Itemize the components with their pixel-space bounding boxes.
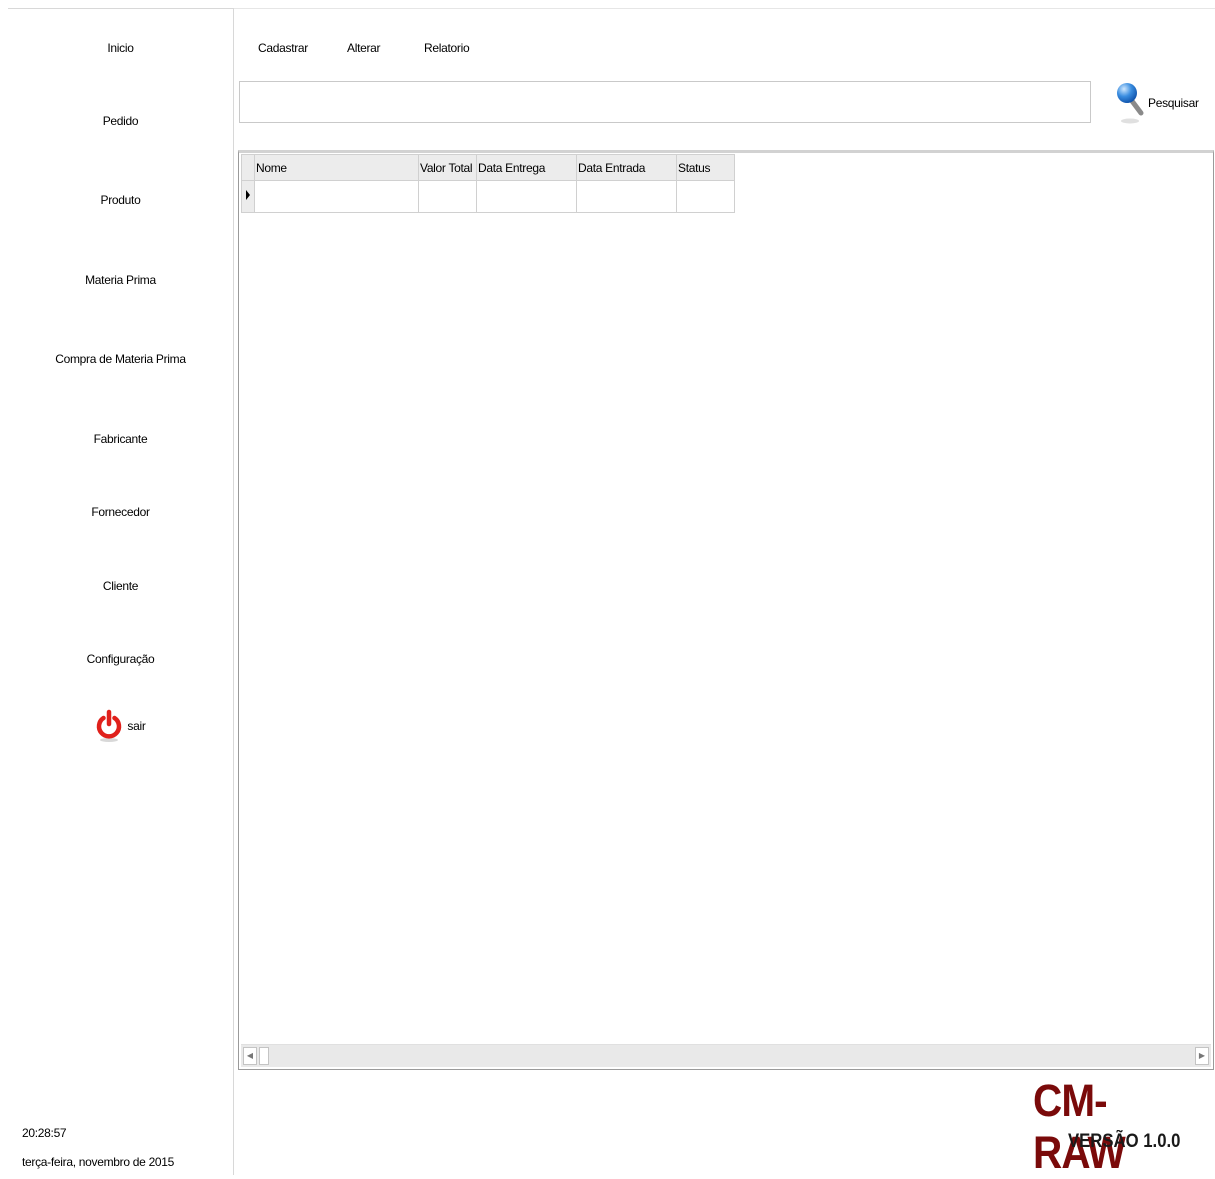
top-border: [234, 8, 1215, 9]
date-label: terça-feira, novembro de 2015: [22, 1155, 175, 1169]
row-selector[interactable]: [241, 180, 255, 213]
cell-data-entrega[interactable]: [476, 180, 577, 213]
search-button[interactable]: Pesquisar: [1115, 80, 1215, 126]
alterar-button[interactable]: Alterar: [347, 41, 381, 55]
search-button-label: Pesquisar: [1148, 96, 1199, 110]
cell-nome[interactable]: [254, 180, 419, 213]
grid-table: Nome Valor Total Data Entrega Data Entra…: [241, 154, 735, 213]
nav-fabricante[interactable]: Fabricante: [8, 432, 233, 446]
table-row[interactable]: [241, 180, 735, 213]
sidebar: Inicio Pedido Produto Materia Prima Comp…: [8, 8, 234, 1175]
version-label: VERSÃO 1.0.0: [1068, 1131, 1181, 1152]
relatorio-button[interactable]: Relatorio: [424, 41, 470, 55]
exit-button[interactable]: sair: [8, 709, 233, 743]
header-row: Nome Valor Total Data Entrega Data Entra…: [241, 154, 735, 181]
nav-produto[interactable]: Produto: [8, 193, 233, 207]
power-icon: [97, 709, 122, 742]
row-header-corner: [241, 154, 255, 181]
nav-inicio[interactable]: Inicio: [8, 41, 233, 55]
nav-fornecedor[interactable]: Fornecedor: [8, 505, 233, 519]
clock: 20:28:57: [22, 1126, 67, 1140]
cadastrar-button[interactable]: Cadastrar: [258, 41, 308, 55]
nav-pedido[interactable]: Pedido: [8, 114, 233, 128]
data-grid[interactable]: Nome Valor Total Data Entrega Data Entra…: [238, 150, 1214, 1070]
row-pointer-icon: [246, 190, 250, 200]
search-input[interactable]: [239, 81, 1091, 123]
scroll-right-icon[interactable]: ▶: [1195, 1047, 1209, 1065]
column-header-data-entrega[interactable]: Data Entrega: [476, 154, 577, 181]
scroll-thumb[interactable]: [259, 1047, 269, 1065]
column-header-nome[interactable]: Nome: [254, 154, 419, 181]
column-header-data-entrada[interactable]: Data Entrada: [576, 154, 677, 181]
column-header-status[interactable]: Status: [676, 154, 735, 181]
nav-configuracao[interactable]: Configuração: [8, 652, 233, 666]
nav-cliente[interactable]: Cliente: [8, 579, 233, 593]
exit-label: sair: [127, 719, 146, 733]
cell-status[interactable]: [676, 180, 735, 213]
magnifier-icon: [1117, 83, 1144, 124]
column-header-valor-total[interactable]: Valor Total: [418, 154, 477, 181]
cell-data-entrada[interactable]: [576, 180, 677, 213]
brand-logo: CM-RAW: [1033, 1075, 1126, 1178]
cell-valor-total[interactable]: [418, 180, 477, 213]
nav-materia-prima[interactable]: Materia Prima: [8, 273, 233, 287]
horizontal-scrollbar[interactable]: ◀ ▶: [241, 1044, 1211, 1067]
nav-compra-materia-prima[interactable]: Compra de Materia Prima: [8, 352, 233, 366]
scroll-left-icon[interactable]: ◀: [243, 1047, 257, 1065]
